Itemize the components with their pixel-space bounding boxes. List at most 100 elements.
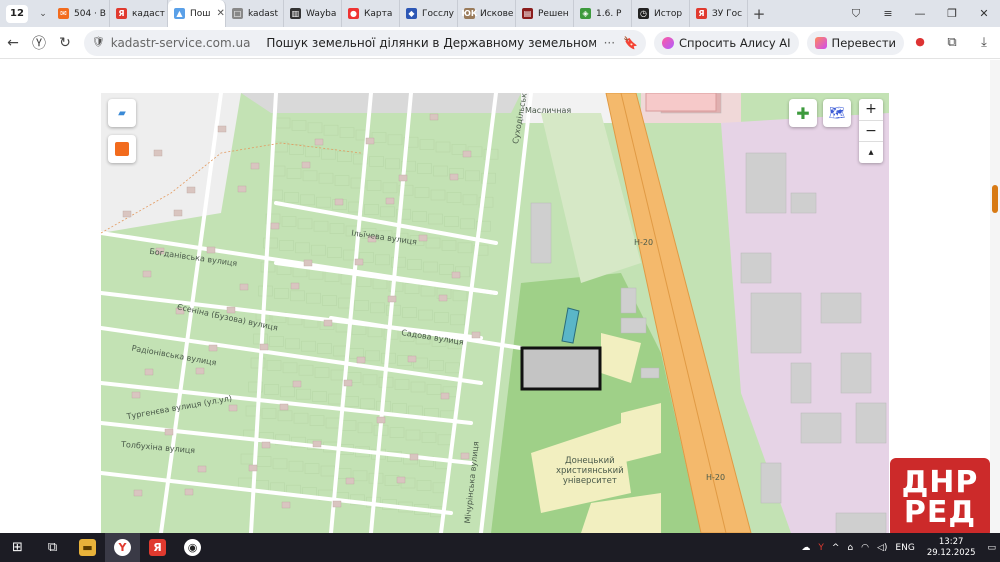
university-line-1: Донецький <box>565 456 615 466</box>
page-title: Пошук земельної ділянки в Державному зем… <box>266 35 596 50</box>
browser-tab-bar: 12 ⌄ ✉ 504 · В Якадаст ▲ Пош ✕ □ kadast ▥ Wayba ● К… <box>0 0 1000 27</box>
university-label: Донецький християнський університет <box>556 456 624 487</box>
windows-start-icon[interactable]: ⊞ <box>0 533 35 562</box>
doc-icon: ◈ <box>580 8 591 19</box>
yandex-home-icon[interactable]: Ⓨ <box>26 33 52 53</box>
browser-tab[interactable]: □ kadast <box>226 0 284 27</box>
address-bar: ← Ⓨ ↻ 🛡 kadastr-service.com.ua Пошук зем… <box>0 27 1000 59</box>
notifications-icon[interactable]: ▭ <box>987 543 996 553</box>
url-domain: kadastr-service.com.ua <box>110 35 251 50</box>
browser-tab[interactable]: ◈ 1.6. Р <box>574 0 632 27</box>
page-content: Богданівська вулиця Ільїчева вулиця Садо… <box>0 60 1000 538</box>
volume-icon[interactable]: ◁) <box>877 543 887 553</box>
messenger-icon[interactable]: ◉ <box>175 533 210 562</box>
wifi-icon[interactable]: ◠ <box>861 543 869 553</box>
browser-tab[interactable]: ▲ Пош ✕ <box>168 0 226 27</box>
new-tab-button[interactable]: + <box>748 5 770 23</box>
browser-tab[interactable]: ◆ Госслу <box>400 0 458 27</box>
archive-icon: ▥ <box>290 8 301 19</box>
system-tray: ☁ Y ^ ⌂ ◠ ◁) ENG 13:27 29.12.2025 ▭ <box>797 537 1000 557</box>
cadastral-map[interactable]: Богданівська вулиця Ільїчева вулиця Садо… <box>101 93 889 533</box>
kadastr-icon: ▲ <box>174 8 185 19</box>
window-controls: ⛉ ≡ — ❐ ✕ <box>840 7 1000 21</box>
chevron-up-icon[interactable]: ^ <box>832 543 840 553</box>
zoom-out-button[interactable]: − <box>859 121 883 143</box>
translate-button[interactable]: Перевести <box>806 30 904 55</box>
browser-tab[interactable]: ▥ Wayba <box>284 0 342 27</box>
road-label-h20-bottom: H-20 <box>706 473 726 482</box>
history-icon: ◷ <box>638 8 649 19</box>
yandex-icon[interactable]: Я <box>140 533 175 562</box>
close-tab-icon[interactable]: ✕ <box>217 8 225 19</box>
road-label-h20-top: H-20 <box>634 238 654 247</box>
network-icon[interactable]: ⌂ <box>847 543 853 553</box>
chevron-down-icon[interactable]: ⌄ <box>34 9 52 19</box>
browser-tab[interactable]: ЮК Искове <box>458 0 516 27</box>
university-line-2: християнський <box>556 466 624 477</box>
tab-label: ЗУ Гос <box>712 8 743 19</box>
clock[interactable]: 13:27 29.12.2025 <box>927 537 976 557</box>
yandex-icon: Я <box>696 8 707 19</box>
layers-puzzle-button[interactable]: ✚ <box>789 99 817 127</box>
reload-icon[interactable]: ↻ <box>52 35 78 51</box>
ask-alice-label: Спросить Алису AI <box>679 35 791 50</box>
shield-icon[interactable]: ⛉ <box>840 7 872 21</box>
collections-icon[interactable]: ⧉ <box>936 35 968 50</box>
file-explorer-icon[interactable]: ▬ <box>70 533 105 562</box>
yandex-icon: Я <box>116 8 127 19</box>
square-icon <box>115 142 129 156</box>
tab-label: Госслу <box>422 8 454 19</box>
zoom-in-button[interactable]: + <box>859 99 883 121</box>
weather-icon[interactable]: ☁ <box>801 543 810 553</box>
street-label-mashino: Масличная <box>525 106 572 115</box>
download-icon[interactable]: ⤓ <box>968 35 1000 50</box>
avatar[interactable]: ● <box>904 35 936 50</box>
mail-icon: ✉ <box>58 8 69 19</box>
url-field[interactable]: 🛡 kadastr-service.com.ua Пошук земельної… <box>84 29 646 56</box>
translate-label: Перевести <box>831 35 896 50</box>
browser-tab[interactable]: ▤ Решен <box>516 0 574 27</box>
map-view-button[interactable]: 🗺 <box>823 99 851 127</box>
zoom-control: + − ▴ <box>859 99 883 163</box>
compass-reset-button[interactable]: ▴ <box>859 142 883 163</box>
scrollbar-thumb[interactable] <box>992 185 998 213</box>
tab-label: Искове <box>480 8 514 19</box>
tab-label: Решен <box>538 8 569 19</box>
browser-tab[interactable]: Якадаст <box>110 0 168 27</box>
shield-lock-icon[interactable]: 🛡 <box>92 37 105 48</box>
tab-label: kadast <box>248 8 279 19</box>
bookmark-icon[interactable]: 🔖 <box>623 36 638 50</box>
university-line-3: університет <box>562 476 617 487</box>
menu-icon[interactable]: ≡ <box>872 7 904 20</box>
tab-label: 504 · В <box>74 8 106 19</box>
tab-count-badge[interactable]: 12 <box>6 4 28 23</box>
tab-label: кадаст <box>132 8 165 19</box>
toolbar-right: ● ⧉ ⤓ <box>904 35 1000 50</box>
court-icon: ▤ <box>522 8 533 19</box>
page-scrollbar[interactable] <box>990 60 1000 533</box>
browser-tab[interactable]: ◷ Истор <box>632 0 690 27</box>
close-icon[interactable]: ✕ <box>968 7 1000 20</box>
yandex-tray-icon[interactable]: Y <box>818 543 824 553</box>
tab-label: Истор <box>654 8 683 19</box>
ask-alice-button[interactable]: Спросить Алису AI <box>654 30 799 55</box>
browser-tab[interactable]: ✉ 504 · В <box>52 0 110 27</box>
map-pin-icon: ● <box>348 8 359 19</box>
yandex-browser-icon[interactable]: Y <box>105 533 140 562</box>
more-dots-icon[interactable]: ··· <box>604 36 615 50</box>
browser-tab[interactable]: ● Карта <box>342 0 400 27</box>
translate-icon <box>814 36 827 49</box>
clock-time: 13:27 <box>938 537 964 548</box>
task-view-icon[interactable]: ⧉ <box>35 533 70 562</box>
browser-tab[interactable]: Я ЗУ Гос <box>690 0 748 27</box>
restore-icon[interactable]: ❐ <box>936 7 968 20</box>
language-indicator[interactable]: ENG <box>895 543 914 553</box>
watermark-line-2: РЕД <box>903 495 977 530</box>
page-icon: □ <box>232 8 243 19</box>
measure-ruler-button[interactable]: ▰ <box>108 99 136 127</box>
minimize-icon[interactable]: — <box>904 7 936 20</box>
back-arrow-icon[interactable]: ← <box>0 35 26 51</box>
law-icon: ЮК <box>461 8 478 19</box>
gov-icon: ◆ <box>406 8 417 19</box>
draw-polygon-button[interactable] <box>108 135 136 163</box>
